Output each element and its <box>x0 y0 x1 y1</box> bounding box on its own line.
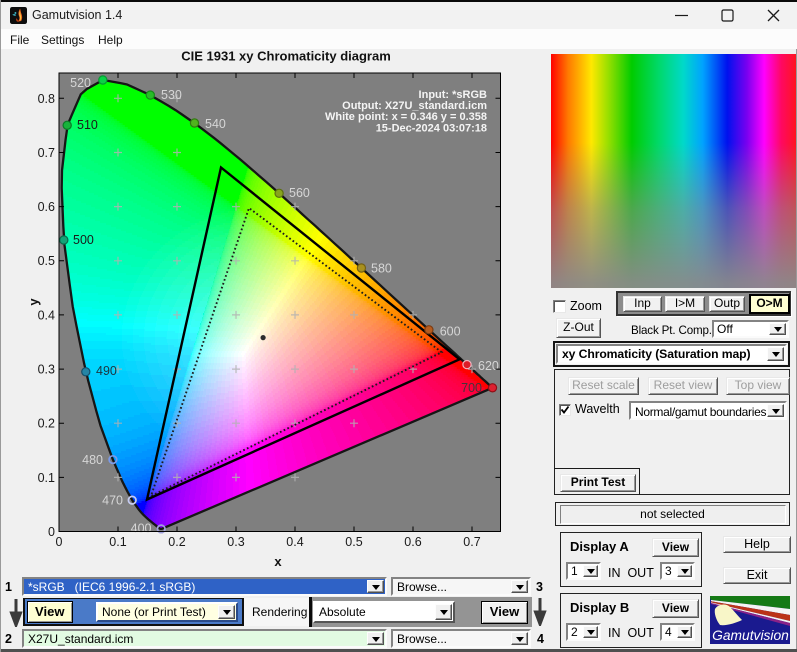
svg-text:Gamutvision: Gamutvision <box>712 628 789 643</box>
svg-text:540: 540 <box>205 117 226 131</box>
svg-text:520: 520 <box>70 76 91 90</box>
svg-text:0.6: 0.6 <box>404 535 421 549</box>
svg-text:490: 490 <box>96 364 117 378</box>
svg-text:510: 510 <box>77 118 98 132</box>
svg-text:0.2: 0.2 <box>168 535 185 549</box>
svg-text:0: 0 <box>56 535 63 549</box>
svg-text:0.7: 0.7 <box>38 146 55 160</box>
svg-text:0.4: 0.4 <box>38 308 55 322</box>
svg-text:0.4: 0.4 <box>286 535 303 549</box>
svg-text:0.5: 0.5 <box>345 535 362 549</box>
svg-text:0.5: 0.5 <box>38 254 55 268</box>
svg-text:600: 600 <box>440 325 461 339</box>
svg-text:White point: x = 0.346 y = 0: White point: x = 0.346 y = 0.358 <box>325 111 487 123</box>
svg-text:530: 530 <box>161 88 182 102</box>
svg-text:500: 500 <box>73 233 94 247</box>
svg-text:CIE 1931 xy Chromaticity diagr: CIE 1931 xy Chromaticity diagram <box>181 49 391 64</box>
svg-text:0.1: 0.1 <box>109 535 126 549</box>
svg-text:400: 400 <box>131 522 152 536</box>
svg-text:700: 700 <box>461 381 482 395</box>
svg-text:0.1: 0.1 <box>38 471 55 485</box>
svg-text:y: y <box>26 298 41 306</box>
svg-text:0.3: 0.3 <box>227 535 244 549</box>
svg-text:0.2: 0.2 <box>38 417 55 431</box>
svg-text:0.3: 0.3 <box>38 363 55 377</box>
svg-text:620: 620 <box>478 359 499 373</box>
svg-text:0: 0 <box>48 525 55 539</box>
svg-text:0.8: 0.8 <box>38 92 55 106</box>
svg-text:0.6: 0.6 <box>38 200 55 214</box>
svg-text:x: x <box>274 554 282 569</box>
svg-text:560: 560 <box>289 186 310 200</box>
svg-text:480: 480 <box>82 453 103 467</box>
svg-text:470: 470 <box>102 494 123 508</box>
svg-text:15-Dec-2024 03:07:18: 15-Dec-2024 03:07:18 <box>376 123 487 135</box>
svg-text:580: 580 <box>371 262 392 276</box>
svg-text:0.7: 0.7 <box>463 535 480 549</box>
